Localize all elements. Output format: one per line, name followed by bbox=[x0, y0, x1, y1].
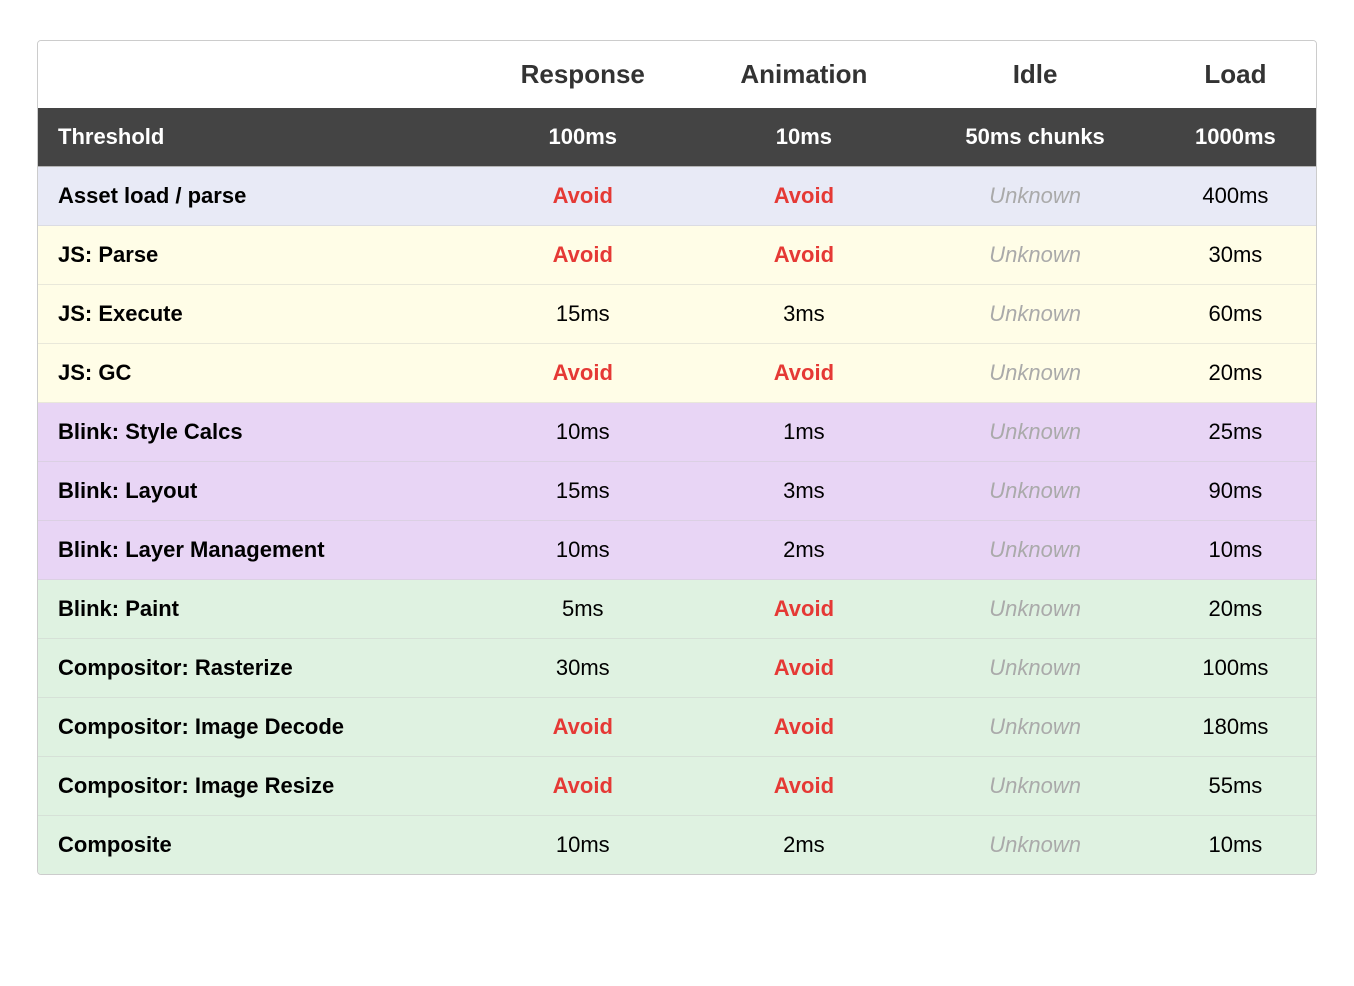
row-idle: Unknown bbox=[915, 462, 1154, 521]
table-row: JS: Execute15ms3msUnknown60ms bbox=[38, 285, 1316, 344]
load-col-header: Load bbox=[1155, 41, 1316, 108]
table-row: Composite10ms2msUnknown10ms bbox=[38, 816, 1316, 875]
row-idle: Unknown bbox=[915, 816, 1154, 875]
row-load: 10ms bbox=[1155, 521, 1316, 580]
row-load: 60ms bbox=[1155, 285, 1316, 344]
threshold-header-row: Threshold 100ms 10ms 50ms chunks 1000ms bbox=[38, 108, 1316, 167]
row-response: 5ms bbox=[473, 580, 692, 639]
row-response: Avoid bbox=[473, 226, 692, 285]
row-idle: Unknown bbox=[915, 167, 1154, 226]
row-animation: Avoid bbox=[692, 344, 915, 403]
row-response: Avoid bbox=[473, 344, 692, 403]
row-name: Compositor: Rasterize bbox=[38, 639, 473, 698]
row-idle: Unknown bbox=[915, 698, 1154, 757]
row-name: Blink: Style Calcs bbox=[38, 403, 473, 462]
row-response: 10ms bbox=[473, 816, 692, 875]
table-row: Blink: Layer Management10ms2msUnknown10m… bbox=[38, 521, 1316, 580]
row-idle: Unknown bbox=[915, 757, 1154, 816]
row-animation: 2ms bbox=[692, 816, 915, 875]
main-table-wrapper: Response Animation Idle Load Threshold 1… bbox=[37, 40, 1317, 875]
row-name: Blink: Layer Management bbox=[38, 521, 473, 580]
row-load: 30ms bbox=[1155, 226, 1316, 285]
row-name: Blink: Paint bbox=[38, 580, 473, 639]
threshold-response-value: 100ms bbox=[473, 108, 692, 167]
table-row: Compositor: Image DecodeAvoidAvoidUnknow… bbox=[38, 698, 1316, 757]
row-animation: 2ms bbox=[692, 521, 915, 580]
row-name: JS: Parse bbox=[38, 226, 473, 285]
table-row: JS: ParseAvoidAvoidUnknown30ms bbox=[38, 226, 1316, 285]
row-response: 15ms bbox=[473, 462, 692, 521]
row-load: 100ms bbox=[1155, 639, 1316, 698]
row-animation: Avoid bbox=[692, 639, 915, 698]
row-load: 25ms bbox=[1155, 403, 1316, 462]
row-name: Composite bbox=[38, 816, 473, 875]
idle-col-header: Idle bbox=[915, 41, 1154, 108]
row-response: Avoid bbox=[473, 698, 692, 757]
table-row: Blink: Layout15ms3msUnknown90ms bbox=[38, 462, 1316, 521]
row-idle: Unknown bbox=[915, 521, 1154, 580]
row-name: JS: Execute bbox=[38, 285, 473, 344]
row-animation: Avoid bbox=[692, 167, 915, 226]
row-animation: 3ms bbox=[692, 285, 915, 344]
row-animation: Avoid bbox=[692, 580, 915, 639]
row-load: 400ms bbox=[1155, 167, 1316, 226]
row-idle: Unknown bbox=[915, 639, 1154, 698]
row-idle: Unknown bbox=[915, 580, 1154, 639]
table-row: Compositor: Rasterize30msAvoidUnknown100… bbox=[38, 639, 1316, 698]
response-col-header: Response bbox=[473, 41, 692, 108]
row-load: 20ms bbox=[1155, 344, 1316, 403]
threshold-col-header bbox=[38, 41, 473, 108]
row-name: JS: GC bbox=[38, 344, 473, 403]
table-row: Compositor: Image ResizeAvoidAvoidUnknow… bbox=[38, 757, 1316, 816]
table-row: Blink: Style Calcs10ms1msUnknown25ms bbox=[38, 403, 1316, 462]
row-load: 90ms bbox=[1155, 462, 1316, 521]
row-response: Avoid bbox=[473, 167, 692, 226]
row-animation: 3ms bbox=[692, 462, 915, 521]
table-row: Blink: Paint5msAvoidUnknown20ms bbox=[38, 580, 1316, 639]
threshold-load-value: 1000ms bbox=[1155, 108, 1316, 167]
row-response: Avoid bbox=[473, 757, 692, 816]
table-row: Asset load / parseAvoidAvoidUnknown400ms bbox=[38, 167, 1316, 226]
animation-col-header: Animation bbox=[692, 41, 915, 108]
threshold-header-label: Threshold bbox=[38, 108, 473, 167]
row-name: Asset load / parse bbox=[38, 167, 473, 226]
row-idle: Unknown bbox=[915, 344, 1154, 403]
row-response: 10ms bbox=[473, 521, 692, 580]
row-animation: Avoid bbox=[692, 757, 915, 816]
threshold-animation-value: 10ms bbox=[692, 108, 915, 167]
row-load: 180ms bbox=[1155, 698, 1316, 757]
row-name: Compositor: Image Decode bbox=[38, 698, 473, 757]
row-name: Blink: Layout bbox=[38, 462, 473, 521]
performance-table: Response Animation Idle Load Threshold 1… bbox=[38, 41, 1316, 874]
row-response: 10ms bbox=[473, 403, 692, 462]
row-idle: Unknown bbox=[915, 403, 1154, 462]
row-load: 55ms bbox=[1155, 757, 1316, 816]
row-idle: Unknown bbox=[915, 285, 1154, 344]
threshold-idle-value: 50ms chunks bbox=[915, 108, 1154, 167]
row-name: Compositor: Image Resize bbox=[38, 757, 473, 816]
row-load: 10ms bbox=[1155, 816, 1316, 875]
row-response: 15ms bbox=[473, 285, 692, 344]
table-body: Asset load / parseAvoidAvoidUnknown400ms… bbox=[38, 167, 1316, 875]
row-animation: 1ms bbox=[692, 403, 915, 462]
column-headers-row: Response Animation Idle Load bbox=[38, 41, 1316, 108]
row-idle: Unknown bbox=[915, 226, 1154, 285]
row-load: 20ms bbox=[1155, 580, 1316, 639]
row-animation: Avoid bbox=[692, 698, 915, 757]
row-response: 30ms bbox=[473, 639, 692, 698]
table-row: JS: GCAvoidAvoidUnknown20ms bbox=[38, 344, 1316, 403]
row-animation: Avoid bbox=[692, 226, 915, 285]
